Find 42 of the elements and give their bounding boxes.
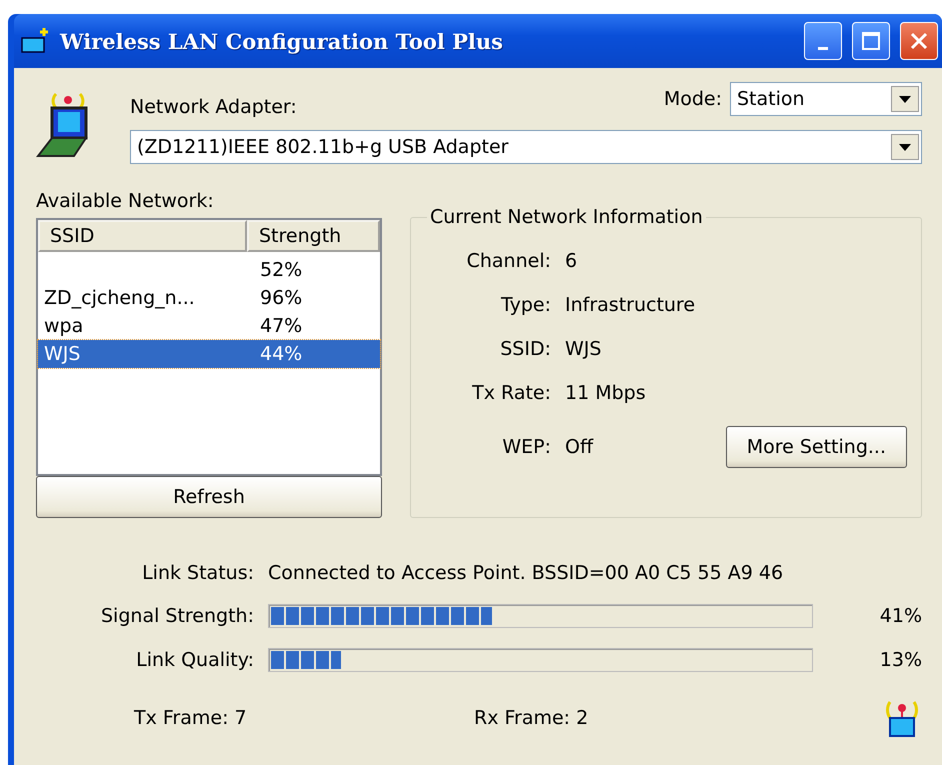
field-label: SSID: bbox=[499, 338, 551, 360]
group-title: Current Network Information bbox=[429, 206, 704, 228]
column-header[interactable]: SSID bbox=[38, 220, 247, 252]
link-status-value: Connected to Access Point. BSSID=00 A0 C5 55 A9 46 bbox=[268, 562, 784, 584]
network-row[interactable]: ZD_cjcheng_n... 96% bbox=[38, 284, 380, 312]
caret-icon bbox=[899, 144, 911, 150]
app-logo-icon bbox=[20, 26, 50, 56]
link-status-label: Link Status: bbox=[141, 562, 254, 584]
available-network-label: Available Network: bbox=[36, 190, 215, 212]
mode-label: Mode: bbox=[664, 88, 722, 110]
refresh-button[interactable]: Refresh bbox=[36, 476, 382, 518]
more-setting-button[interactable]: More Setting... bbox=[726, 426, 907, 468]
close-button[interactable] bbox=[900, 22, 938, 60]
frame-count: Tx Frame: 7 bbox=[134, 707, 248, 729]
meter-label: Link Quality: bbox=[135, 649, 254, 671]
field-label: Type: bbox=[500, 294, 551, 316]
field-label: Tx Rate: bbox=[471, 382, 551, 404]
field-value: WJS bbox=[565, 338, 602, 360]
meter-label: Signal Strength: bbox=[100, 605, 254, 627]
close-icon bbox=[909, 31, 929, 51]
network-row[interactable]: WJS 44% bbox=[38, 340, 380, 368]
field-value: Infrastructure bbox=[565, 294, 696, 316]
frame-count: Rx Frame: 2 bbox=[474, 707, 590, 729]
minimize-icon bbox=[818, 46, 828, 50]
network-adapter-label: Network Adapter: bbox=[130, 96, 297, 118]
meter-reading: 41% bbox=[878, 605, 922, 627]
network-row[interactable]: wpa 47% bbox=[38, 312, 380, 340]
caret-icon bbox=[899, 96, 911, 102]
minimize-button[interactable] bbox=[804, 22, 842, 60]
maximize-button[interactable] bbox=[852, 22, 890, 60]
field-value: 11 Mbps bbox=[565, 382, 647, 404]
network-row[interactable]: 52% bbox=[38, 256, 380, 284]
meter-reading: 13% bbox=[878, 649, 922, 671]
field-value: Off bbox=[565, 436, 594, 458]
field-label: WEP: bbox=[501, 436, 551, 458]
column-header[interactable]: Strength bbox=[247, 220, 380, 252]
field-label: Channel: bbox=[466, 250, 551, 272]
mode-dropdown[interactable]: Station bbox=[730, 82, 922, 116]
network-adapter-dropdown[interactable]: (ZD1211)IEEE 802.11b+g USB Adapter bbox=[130, 130, 922, 164]
maximize-icon bbox=[861, 31, 881, 51]
window-title: Wireless LAN Configuration Tool Plus bbox=[60, 28, 504, 54]
field-value: 6 bbox=[565, 250, 578, 272]
